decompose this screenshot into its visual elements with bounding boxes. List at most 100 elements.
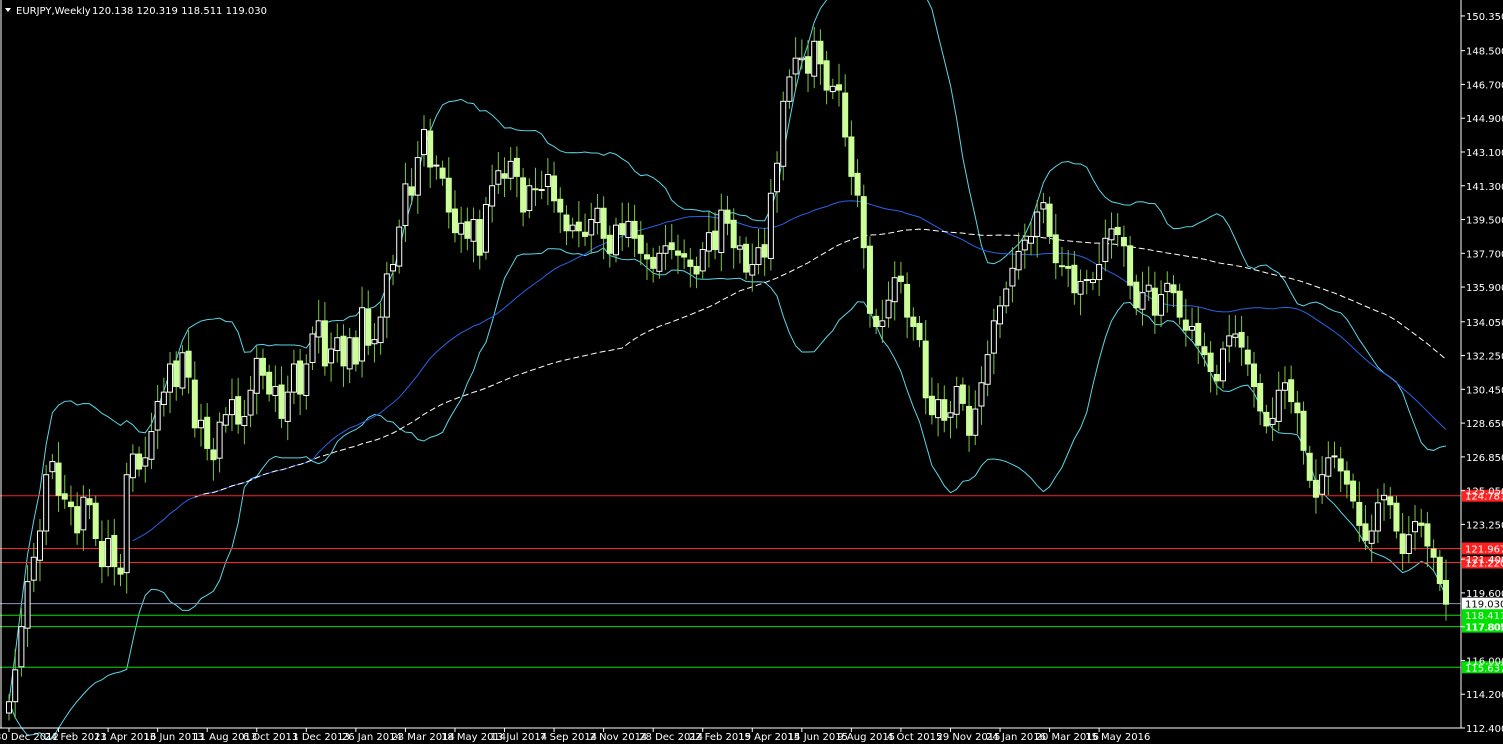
candle-body-bull (1108, 228, 1115, 241)
candle-body-bull (1015, 250, 1022, 271)
candle-body-bull (656, 252, 663, 272)
candle-body-bull (1325, 457, 1332, 477)
price-tick-label: 150.350 (1466, 12, 1503, 23)
price-tick-label: 135.900 (1466, 283, 1503, 294)
candle-body-bear (1257, 383, 1264, 412)
candle-body-bull (390, 264, 397, 272)
candle-body-bear (1300, 410, 1307, 451)
candle-body-bear (1424, 523, 1431, 547)
candle-body-bull (507, 160, 514, 179)
candle-body-bull (12, 669, 19, 703)
candle-body-bull (613, 224, 620, 256)
candle-body-bear (1350, 480, 1357, 502)
candle-body-bull (396, 226, 403, 267)
candle-body-bull (1040, 202, 1047, 210)
candle-body-bull (309, 333, 316, 363)
candle-body-bull (328, 348, 335, 364)
candle-body-bull (105, 537, 112, 568)
candle-body-bull (1096, 264, 1103, 281)
candle-body-bear (743, 243, 750, 273)
candle-body-bear (1418, 522, 1425, 526)
candle-body-bear (1250, 363, 1257, 388)
candle-body-bear (631, 220, 638, 239)
candle-body-bear (1288, 379, 1295, 403)
candle-body-bear (297, 360, 304, 395)
candle-body-bear (606, 234, 613, 254)
price-tick-label: 126.850 (1466, 453, 1503, 464)
candle-body-bull (495, 170, 502, 185)
candle-body-bear (1114, 226, 1121, 236)
candle-body-bear (910, 316, 917, 327)
price-chart[interactable]: 124.781121.967121.220119.030118.411117.8… (0, 0, 1503, 744)
price-tick-label: 112.400 (1466, 724, 1503, 735)
candle-body-bull (972, 408, 979, 436)
time-tick-label: 13 Jul 2014 (491, 732, 548, 743)
candle-body-bull (526, 185, 533, 212)
candle-body-bear (1436, 556, 1443, 585)
candle-body-bear (1120, 237, 1127, 247)
candle-body-bull (829, 85, 836, 93)
candle (1220, 341, 1227, 389)
candle (396, 219, 403, 274)
candle-body-bear (74, 506, 81, 534)
time-tick-label: 4 Oct 2015 (887, 732, 942, 743)
candle-body-bull (1374, 502, 1381, 532)
candle-body-bull (129, 453, 136, 479)
candle-body-bull (284, 391, 291, 422)
candle-body-bull (1158, 294, 1165, 316)
candle-body-bear (451, 208, 458, 234)
candle-body-bull (160, 391, 167, 406)
candle-body-bull (346, 337, 353, 370)
candle-body-bear (266, 371, 273, 395)
candle-body-bull (334, 337, 341, 351)
candle-body-bull (718, 209, 725, 254)
candle-body-bear (650, 256, 657, 269)
price-tick-label: 128.650 (1466, 419, 1503, 430)
candle-body-bull (482, 204, 489, 253)
candle-body-bear (532, 188, 539, 191)
candle-body-bear (439, 167, 446, 179)
candle-body-bull (1405, 534, 1412, 555)
price-tick-label: 121.400 (1466, 555, 1503, 566)
candle-body-bear (204, 416, 211, 449)
candle-body-bear (1362, 523, 1369, 541)
candle-body-bull (774, 162, 781, 193)
price-tick-label: 123.250 (1466, 520, 1503, 531)
candle-body-bear (365, 308, 372, 346)
candle-body-bear (1071, 264, 1078, 294)
candle-body-bear (86, 498, 93, 506)
candle-body-bull (891, 277, 898, 303)
candle-body-bull (1226, 335, 1233, 347)
candle-body-bear (928, 395, 935, 416)
candle-body-bull (1034, 211, 1041, 237)
candle-body-bear (1065, 265, 1072, 269)
level-label-current: 119.030 (1465, 600, 1503, 611)
candle-body-bear (1387, 496, 1394, 506)
candle-body-bear (835, 84, 842, 91)
candle-body-bear (966, 405, 973, 436)
candle-body-bull (1275, 389, 1282, 422)
candle-body-bull (1089, 279, 1096, 284)
candle-body-bull (414, 157, 421, 196)
candle-body-bear (1393, 502, 1400, 532)
candle-body-bull (1083, 279, 1090, 282)
candle-body-bear (1337, 458, 1344, 472)
candle-body-bull (755, 247, 762, 266)
candle-body-bear (1443, 580, 1449, 605)
candle-body-bear (761, 244, 768, 258)
candle-body-bear (1213, 374, 1220, 382)
candle-body-bull (1381, 494, 1388, 501)
candle-body-bull (36, 530, 43, 561)
candle (179, 345, 186, 396)
candle-body-bull (148, 431, 155, 460)
candle-body-bull (458, 222, 465, 235)
candle-body-bear (693, 265, 700, 275)
candle (1046, 196, 1053, 244)
candle-body-bull (359, 307, 366, 362)
candle-body-bear (681, 253, 688, 258)
price-tick-label: 141.300 (1466, 182, 1503, 193)
candle-body-bull (1028, 235, 1035, 244)
candle-body-bear (520, 177, 527, 213)
candle-body-bear (340, 335, 347, 367)
candle-body-bear (210, 449, 217, 461)
